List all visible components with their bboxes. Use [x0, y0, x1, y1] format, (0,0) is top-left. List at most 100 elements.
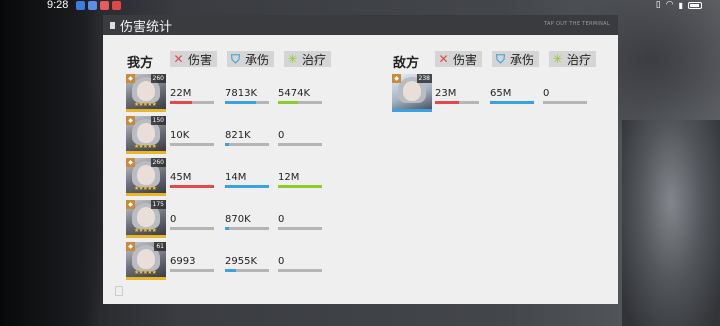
tank-bar-track: [225, 227, 269, 230]
heal-value: 0: [278, 214, 285, 225]
damage-value: 0: [170, 214, 177, 225]
tank-bar-fill: [225, 101, 256, 104]
damage-bar-fill: [170, 185, 214, 188]
character-face: [137, 123, 155, 143]
tank-bar-track: [225, 143, 269, 146]
tank-value: 7813K: [225, 88, 258, 99]
corner-decoration-icon: [115, 286, 123, 296]
damage-bar-track: [170, 143, 214, 146]
class-icon: ◆: [392, 74, 401, 83]
ally-unit-avatar[interactable]: ◆ 175 ★★★★★: [126, 200, 166, 238]
damage-bar-fill: [170, 101, 192, 104]
heal-value: 0: [543, 88, 550, 99]
ally-label: 我方: [127, 56, 154, 71]
damage-bar-track: [435, 101, 479, 104]
ally-unit-heal-stat: 0: [278, 214, 322, 232]
rarity-stars-icon: ★★★★★: [134, 143, 157, 150]
heal-value: 0: [278, 130, 285, 141]
ally-unit-avatar[interactable]: ◆ 260 ★★★★★: [126, 158, 166, 196]
ally-unit-damage-stat: 45M: [170, 172, 214, 190]
tank-bar-fill: [225, 185, 269, 188]
damage-bar-track: [170, 101, 214, 104]
heal-value: 12M: [278, 172, 300, 183]
character-face: [403, 81, 421, 101]
title-marker-icon: [110, 21, 115, 29]
unit-level: 150: [150, 116, 166, 125]
app-notification-icon: [88, 1, 97, 10]
tank-bar-track: [225, 185, 269, 188]
tank-value: 14M: [225, 172, 247, 183]
class-icon: ◆: [126, 242, 135, 251]
app-notification-icon: [76, 1, 85, 10]
class-icon: ◆: [126, 74, 135, 83]
ally-unit-damage-stat: 22M: [170, 88, 214, 106]
ally-unit-avatar[interactable]: ◆ 61 ★★★★★: [126, 242, 166, 280]
enemy-header-damage-label: 伤害: [453, 52, 478, 67]
class-icon: ◆: [126, 158, 135, 167]
heal-bar-track: [278, 185, 322, 188]
enemy-header-tank[interactable]: ⛉ 承伤: [492, 51, 539, 67]
enemy-header-heal[interactable]: ✳ 治疗: [549, 51, 596, 67]
ally-header-heal[interactable]: ✳ 治疗: [284, 51, 331, 67]
damage-bar-fill: [435, 101, 459, 104]
damage-value: 45M: [170, 172, 192, 183]
vibrate-icon: ▯: [655, 0, 661, 10]
heal-bar-track: [278, 143, 322, 146]
unit-level: 61: [154, 242, 166, 251]
ally-unit-tank-stat: 821K: [225, 130, 269, 148]
app-notification-icon: [100, 1, 109, 10]
unit-level: 175: [150, 200, 166, 209]
ally-unit-tank-stat: 2955K: [225, 256, 269, 274]
shield-icon: ⛉: [495, 51, 505, 66]
ally-header-damage[interactable]: ✕ 伤害: [170, 51, 217, 67]
heal-bar-fill: [278, 185, 322, 188]
tank-bar-track: [225, 101, 269, 104]
panel-titlebar: 伤害统计 TAP OUT THE TERMINAL: [103, 15, 618, 35]
notification-icons: [76, 1, 121, 10]
damage-bar-track: [170, 227, 214, 230]
ally-unit-avatar[interactable]: ◆ 150 ★★★★★: [126, 116, 166, 154]
enemy-header-tank-label: 承伤: [510, 52, 535, 67]
enemy-header-damage[interactable]: ✕ 伤害: [435, 51, 482, 67]
ally-header-tank[interactable]: ⛉ 承伤: [227, 51, 274, 67]
damage-value: 6993: [170, 256, 196, 267]
status-time: 9:28: [47, 0, 69, 11]
heal-bar-fill: [278, 101, 298, 104]
shield-icon: ⛉: [230, 51, 240, 66]
tank-bar-track: [225, 269, 269, 272]
ally-unit-heal-stat: 5474K: [278, 88, 322, 106]
damage-bar-track: [170, 185, 214, 188]
rarity-stars-icon: ★★★★★: [134, 227, 157, 234]
battery-icon: [688, 1, 702, 9]
character-face: [137, 81, 155, 101]
enemy-unit-avatar[interactable]: ◆ 238: [392, 74, 432, 112]
tank-bar-track: [490, 101, 534, 104]
character-face: [137, 165, 155, 185]
tank-bar-fill: [225, 227, 229, 230]
ally-header-tank-label: 承伤: [245, 52, 270, 67]
background-shadow: [0, 0, 100, 326]
character-face: [137, 249, 155, 269]
enemy-header-heal-label: 治疗: [567, 52, 592, 67]
ally-unit-damage-stat: 6993: [170, 256, 214, 274]
heal-value: 5474K: [278, 88, 311, 99]
ally-unit-heal-stat: 0: [278, 256, 322, 274]
ally-unit-avatar[interactable]: ◆ 260 ★★★★★: [126, 74, 166, 112]
enemy-label: 敌方: [393, 56, 420, 71]
tank-value: 870K: [225, 214, 251, 225]
heal-bar-track: [278, 227, 322, 230]
damage-value: 23M: [435, 88, 457, 99]
unit-level: 260: [150, 74, 166, 83]
enemy-unit-tank-stat: 65M: [490, 88, 534, 106]
signal-icon: ▮: [678, 0, 683, 10]
damage-value: 10K: [170, 130, 190, 141]
character-face: [137, 207, 155, 227]
tank-bar-fill: [225, 143, 229, 146]
damage-icon: ✕: [173, 52, 184, 66]
ally-unit-damage-stat: 0: [170, 214, 214, 232]
tank-bar-fill: [490, 101, 534, 104]
class-icon: ◆: [126, 200, 135, 209]
tank-value: 821K: [225, 130, 251, 141]
panel-header-caption: TAP OUT THE TERMINAL: [544, 21, 610, 27]
unit-level: 238: [416, 74, 432, 83]
